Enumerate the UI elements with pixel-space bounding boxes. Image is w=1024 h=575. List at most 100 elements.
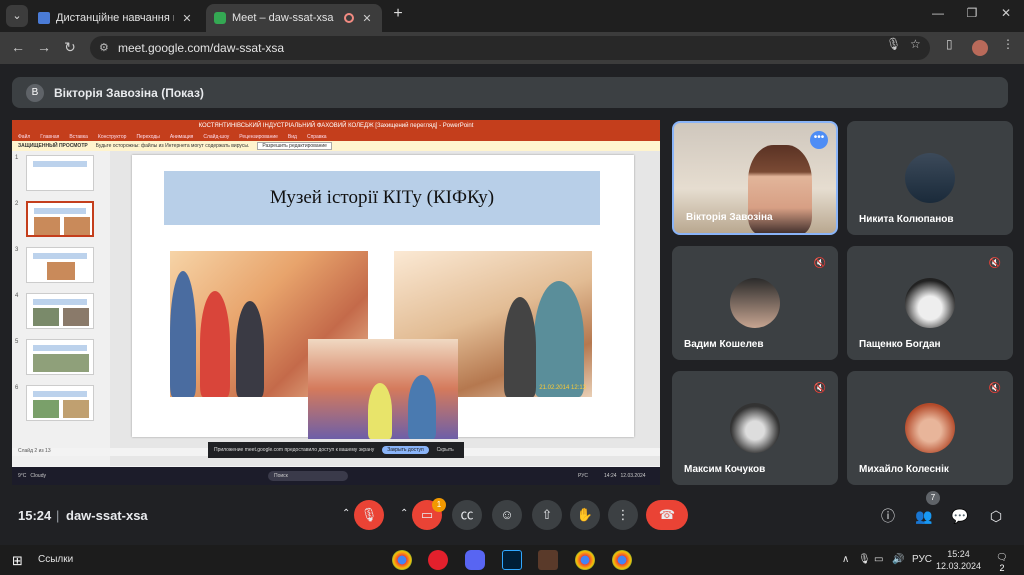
raise-hand-button[interactable]: ✋ (570, 500, 600, 530)
forward-icon[interactable]: → (34, 39, 54, 55)
tray-volume-icon[interactable]: 🔊 (892, 554, 904, 565)
camera-alert-badge: 1 (432, 498, 446, 512)
bookmark-star-icon[interactable]: ☆ (910, 37, 921, 51)
reactions-button[interactable]: ☺ (492, 500, 522, 530)
ribbon-tab: Вставка (69, 133, 88, 140)
remote-lang: РУС (577, 473, 588, 479)
site-settings-icon[interactable]: ⚙ (99, 36, 109, 60)
back-icon[interactable]: ← (8, 39, 28, 55)
chrome-profile-app-icon[interactable] (575, 550, 595, 570)
participant-name: Пащенко Богдан (859, 339, 941, 350)
remote-weather-desc: Cloudy (30, 473, 46, 479)
close-tab-icon[interactable]: ✕ (360, 12, 374, 25)
chrome-app-icon[interactable] (392, 550, 412, 570)
captions-button[interactable]: ㏄ (452, 500, 482, 530)
microphone-icon[interactable]: 🎙 (886, 37, 901, 51)
participant-tile[interactable]: Никита Колюпанов (847, 121, 1013, 235)
participant-avatar (905, 403, 955, 453)
new-tab-plus-icon[interactable]: + (388, 5, 408, 23)
notification-count: 2 (999, 563, 1005, 573)
tab-title: Дистанційне навчання в ВСП (56, 12, 174, 24)
taskbar-time: 15:24 (947, 549, 970, 559)
presenter-label: Вікторія Завозіна (Показ) (54, 85, 204, 100)
taskbar-clock[interactable]: 15:24 12.03.2024 (936, 548, 981, 572)
more-options-icon[interactable]: ••• (810, 131, 828, 149)
ribbon-tab: Конструктор (97, 133, 127, 140)
participant-tile[interactable]: 🔇 Вадим Кошелев (672, 246, 838, 360)
windows-taskbar: ⊞ Ссылки ∧ 🎙 ▭ 🔊 РУС 15:24 12.03.2024 🗨2 (0, 545, 1024, 575)
tab-search-chevron-icon[interactable]: ⌄ (6, 5, 28, 27)
close-tab-icon[interactable]: ✕ (180, 12, 194, 25)
restore-icon[interactable]: ❐ (960, 6, 984, 20)
site-favicon-icon (38, 12, 50, 24)
protected-label: ЗАЩИЩЕННЫЙ ПРОСМОТР (18, 143, 88, 149)
museum-photo-center (308, 339, 458, 439)
url-text: meet.google.com/daw-ssat-xsa (118, 41, 285, 55)
participant-tile-presenter[interactable]: ••• Вікторія Завозіна (672, 121, 838, 235)
participant-name: Никита Колюпанов (859, 214, 954, 225)
enable-editing-button: Разрешить редактирование (257, 142, 332, 150)
recording-indicator-icon (344, 13, 354, 23)
reload-icon[interactable]: ↻ (60, 39, 80, 56)
chat-icon[interactable]: 💬 (950, 506, 970, 526)
browser-tabstrip: ⌄ Дистанційне навчання в ВСП ✕ Meet – da… (0, 0, 1024, 32)
tab-meet[interactable]: Meet – daw-ssat-xsa ✕ (206, 4, 382, 32)
chrome-window-app-icon[interactable] (612, 550, 632, 570)
side-panel-icon[interactable]: ▯ (946, 37, 953, 51)
game-app-icon[interactable] (538, 550, 558, 570)
mic-off-button[interactable]: 🎙 (354, 500, 384, 530)
present-button[interactable]: ⇧ (532, 500, 562, 530)
links-toolbar[interactable]: Ссылки (38, 554, 73, 565)
ribbon-tab: Рецензирование (239, 133, 278, 140)
protected-message: Будьте осторожны: файлы из Интернета мог… (95, 143, 250, 149)
ribbon-tab: Главная (40, 133, 60, 140)
video-options-chevron-icon[interactable]: ⌃ (400, 508, 408, 519)
share-message: Приложение meet.google.com предоставило … (214, 447, 375, 453)
participant-tile[interactable]: 🔇 Максим Кочуков (672, 371, 838, 485)
slide-thumb (26, 155, 94, 191)
tray-overflow-icon[interactable]: ∧ (842, 554, 849, 565)
discord-app-icon[interactable] (465, 550, 485, 570)
muted-mic-icon: 🔇 (813, 383, 827, 394)
meeting-clock: 15:24 (18, 508, 52, 523)
participant-name: Вікторія Завозіна (686, 212, 773, 223)
tab-distance-learning[interactable]: Дистанційне навчання в ВСП ✕ (30, 4, 202, 32)
ribbon-tab: Анимация (169, 133, 194, 140)
audio-options-chevron-icon[interactable]: ⌃ (342, 508, 350, 519)
muted-mic-icon: 🔇 (813, 258, 827, 269)
tray-mic-icon[interactable]: 🎙 (858, 554, 871, 565)
slide-thumbnails: 1 2 3 4 5 6 (12, 151, 110, 466)
tab-title: Meet – daw-ssat-xsa (232, 12, 334, 24)
thumb-number: 4 (15, 293, 19, 299)
participant-name: Вадим Кошелев (684, 339, 764, 350)
address-bar[interactable]: ⚙ meet.google.com/daw-ssat-xsa (90, 36, 930, 60)
close-window-icon[interactable]: ✕ (994, 6, 1018, 20)
remote-weather: 9°C (18, 473, 27, 479)
thumb-number: 2 (15, 201, 19, 207)
windows-start-icon[interactable]: ⊞ (12, 553, 23, 569)
profile-avatar[interactable] (972, 40, 988, 56)
more-options-button[interactable]: ⋮ (608, 500, 638, 530)
thumb-number: 5 (15, 339, 19, 345)
meeting-info-icon[interactable]: ⓘ (878, 506, 898, 526)
input-language[interactable]: РУС (912, 554, 932, 565)
minimize-icon[interactable]: — (926, 6, 950, 20)
photoshop-app-icon[interactable] (502, 550, 522, 570)
current-slide: Музей історії КІТу (КІФКу) 21.02.2014 12… (132, 155, 634, 439)
participant-tile[interactable]: 🔇 Михайло Колеснік (847, 371, 1013, 485)
opera-app-icon[interactable] (428, 550, 448, 570)
browser-toolbar: ← → ↻ ⚙ meet.google.com/daw-ssat-xsa 🎙 ☆… (0, 32, 1024, 64)
slide-thumb (26, 293, 94, 329)
ribbon-tab: Файл (18, 133, 31, 140)
slide-thumb (26, 339, 94, 375)
browser-menu-icon[interactable]: ⋮ (1002, 37, 1014, 51)
people-icon[interactable]: 👥 (914, 506, 934, 526)
activities-icon[interactable]: ⬡ (986, 506, 1006, 526)
participant-avatar (730, 403, 780, 453)
end-call-button[interactable]: ☎ (646, 500, 688, 530)
participant-tile[interactable]: 🔇 Пащенко Богдан (847, 246, 1013, 360)
slide-thumb (26, 385, 94, 421)
participant-avatar (905, 278, 955, 328)
notifications-icon[interactable]: 🗨2 (994, 552, 1010, 573)
tray-network-icon[interactable]: ▭ (874, 554, 883, 565)
